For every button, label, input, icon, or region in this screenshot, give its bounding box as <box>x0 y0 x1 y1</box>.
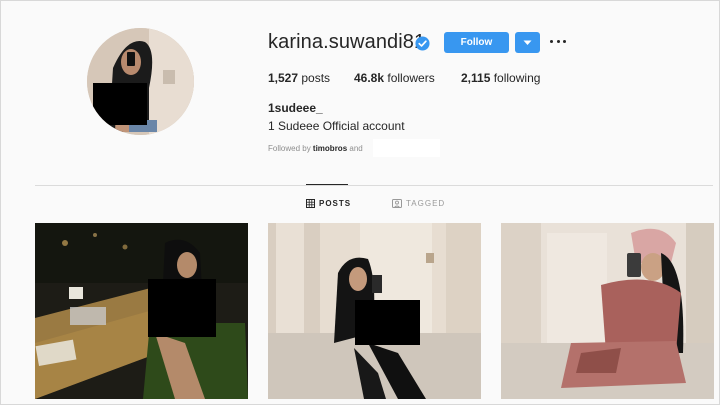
tab-tagged[interactable]: TAGGED <box>392 199 445 208</box>
tabs-divider <box>35 185 713 186</box>
post-thumbnail[interactable] <box>268 223 481 399</box>
dot-icon <box>550 39 553 43</box>
post-thumbnail[interactable] <box>501 223 714 399</box>
suggested-accounts-button[interactable] <box>515 32 540 53</box>
posts-value: 1,527 <box>268 71 299 85</box>
dot-icon <box>563 39 566 43</box>
more-options-button[interactable] <box>550 34 566 48</box>
post-photo-3 <box>501 223 714 399</box>
verified-badge-icon <box>415 36 430 51</box>
avatar-photo <box>87 28 194 135</box>
dot-icon <box>556 39 560 43</box>
post-photo-1 <box>35 223 248 399</box>
followed-by-user-link[interactable]: timobros <box>313 144 347 153</box>
redaction-box <box>373 139 440 157</box>
following-value: 2,115 <box>461 71 491 85</box>
active-tab-indicator <box>306 184 348 185</box>
censor-bar <box>93 83 147 125</box>
profile-avatar[interactable] <box>87 28 194 135</box>
posts-label: posts <box>301 71 331 85</box>
tab-tagged-label: TAGGED <box>406 199 446 208</box>
followed-by-suffix: and <box>349 144 363 153</box>
profile-username: karina.suwandi81 <box>268 31 426 53</box>
censor-bar <box>148 279 216 337</box>
post-photo-2 <box>268 223 481 399</box>
following-label: following <box>493 71 541 85</box>
tag-icon <box>392 199 402 208</box>
censor-bar <box>355 300 420 345</box>
followed-by-prefix: Followed by <box>268 144 311 153</box>
followed-by-text: Followed by timobros and <box>268 144 363 153</box>
post-thumbnail[interactable] <box>35 223 248 399</box>
posts-count: 1,527 posts <box>268 71 330 85</box>
tab-posts-label: POSTS <box>319 199 352 208</box>
followers-label: followers <box>387 71 435 85</box>
chevron-down-icon <box>523 40 532 45</box>
profile-bio: 1 Sudeee Official account <box>268 119 405 133</box>
followers-value: 46.8k <box>354 71 385 85</box>
grid-icon <box>306 199 315 208</box>
follow-button[interactable]: Follow <box>444 32 509 53</box>
tab-posts[interactable]: POSTS <box>306 199 351 208</box>
profile-full-name: 1sudeee_ <box>268 101 323 115</box>
followers-link[interactable]: 46.8k followers <box>354 71 435 85</box>
following-link[interactable]: 2,115 following <box>461 71 540 85</box>
